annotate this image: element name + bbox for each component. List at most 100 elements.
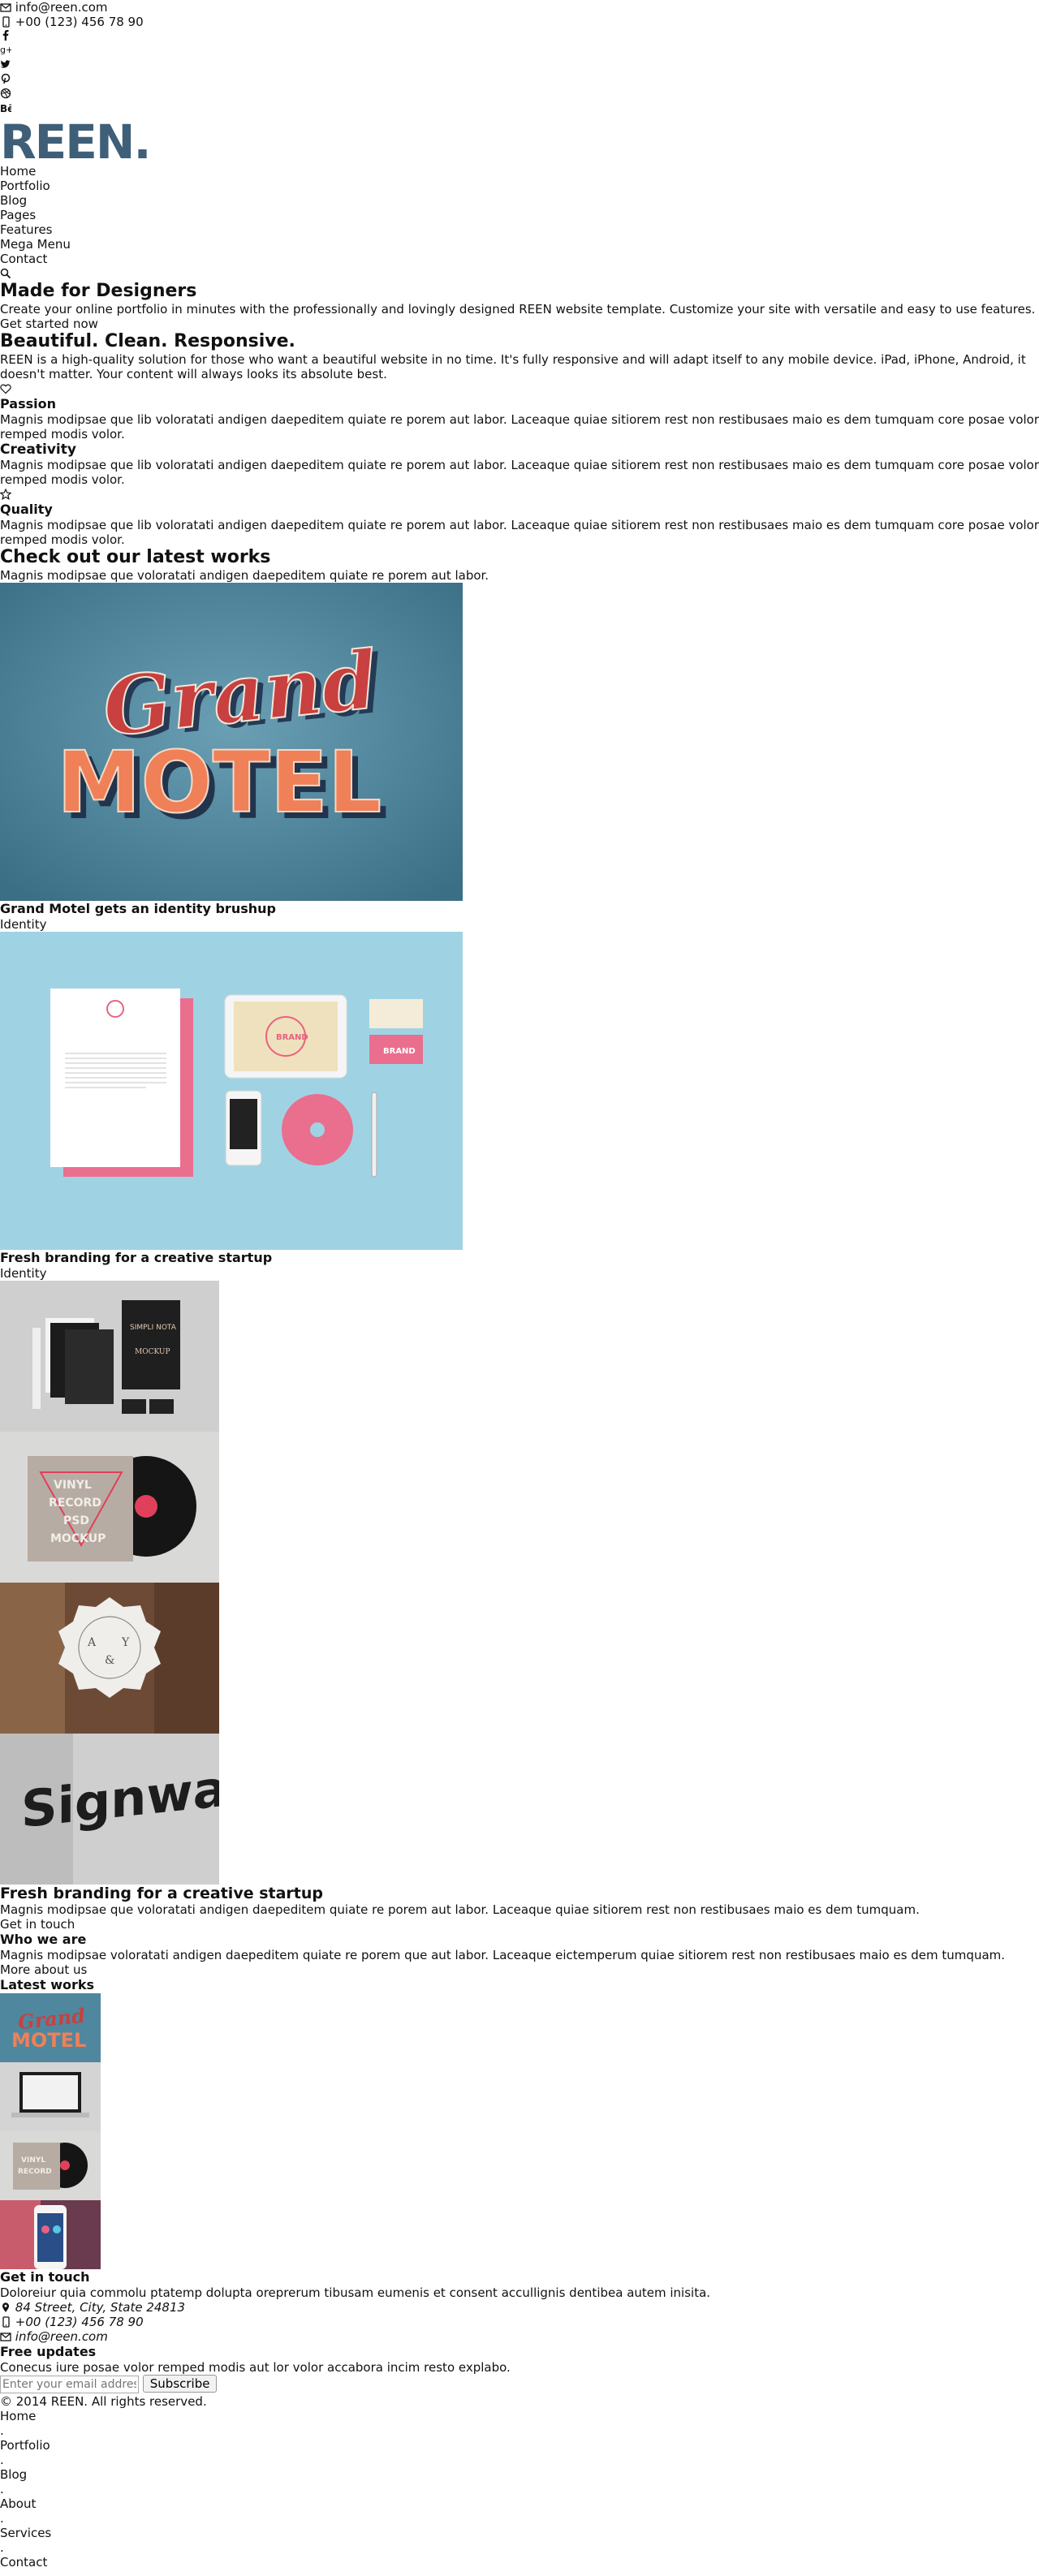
copyright: © 2014 REEN. All rights reserved. xyxy=(0,2394,207,2409)
feature-title: Quality xyxy=(0,502,53,517)
footer-navigation: Home . Portfolio . Blog . About . Servic… xyxy=(0,2409,1039,2570)
star-icon xyxy=(0,489,11,500)
mobile-phone-icon xyxy=(2,16,10,28)
works-title: Check out our latest works xyxy=(0,547,271,567)
nav-features[interactable]: Features xyxy=(0,222,1039,237)
newsletter-title: Free updates xyxy=(0,2344,97,2359)
gallery-title: Fresh branding for a creative startup xyxy=(0,1885,323,1902)
newsletter-form: Subscribe xyxy=(0,2375,1039,2394)
mobile-phone-icon xyxy=(2,2316,10,2328)
nav-pages[interactable]: Pages xyxy=(0,208,1039,222)
footer-nav-contact[interactable]: Contact xyxy=(0,2555,1039,2570)
contact-email-text: info@reen.com xyxy=(15,2329,108,2344)
facebook-icon xyxy=(2,30,9,41)
newsletter-email-input[interactable] xyxy=(0,2376,139,2393)
twitter-link[interactable] xyxy=(0,58,1039,73)
main-navigation: Home Portfolio Blog Pages Features Mega … xyxy=(0,164,1039,281)
search-button[interactable] xyxy=(0,266,1039,281)
topbar-email-text: info@reen.com xyxy=(15,0,108,15)
simpli-nota-mockup-image[interactable]: SIMPLI NOTA MOCKUP xyxy=(0,1281,219,1432)
svg-text:VINYL: VINYL xyxy=(21,2156,45,2165)
heart-icon xyxy=(0,384,11,394)
work-item-branding[interactable]: BRAND BRAND Fresh branding for a creativ… xyxy=(0,932,1039,1281)
more-about-us-button[interactable]: More about us xyxy=(0,1962,1039,1977)
svg-text:BRAND: BRAND xyxy=(383,1047,416,1056)
footer-nav-home[interactable]: Home xyxy=(0,2409,1039,2423)
feature-title: Creativity xyxy=(0,442,76,458)
footer-nav-blog[interactable]: Blog xyxy=(0,2467,1039,2482)
thumb-grand-motel[interactable]: Grand MOTEL xyxy=(0,1993,101,2062)
pinterest-link[interactable] xyxy=(0,73,1039,88)
gallery: SIMPLI NOTA MOCKUP VINYL RECORD PSD MOCK… xyxy=(0,1281,1039,1885)
svg-text:MOTEL: MOTEL xyxy=(57,733,382,832)
topbar-phone: +00 (123) 456 78 90 xyxy=(0,15,1039,29)
footer-nav-portfolio[interactable]: Portfolio xyxy=(0,2438,1039,2453)
intro-title: Beautiful. Clean. Responsive. xyxy=(0,331,295,351)
work-item-grand-motel[interactable]: Grand Grand MOTEL MOTEL Grand Motel gets… xyxy=(0,583,1039,932)
contact-address-text: 84 Street, City, State 24813 xyxy=(15,2300,186,2315)
work-title: Grand Motel gets an identity brushup xyxy=(0,901,276,916)
work-title: Fresh branding for a creative startup xyxy=(0,1250,273,1265)
work-category: Identity xyxy=(0,917,47,932)
topbar-phone-text: +00 (123) 456 78 90 xyxy=(15,15,144,29)
search-icon xyxy=(0,268,11,279)
topbar-email[interactable]: info@reen.com xyxy=(0,0,1039,15)
contact-email[interactable]: info@reen.com xyxy=(0,2329,1039,2344)
footer-nav-services[interactable]: Services xyxy=(0,2526,1039,2540)
nav-home[interactable]: Home xyxy=(0,164,1039,179)
twitter-icon xyxy=(0,60,11,68)
behance-icon: Bē xyxy=(0,103,14,114)
feature-text: Magnis modipsae que lib voloratati andig… xyxy=(0,412,1039,442)
behance-link[interactable]: Bē xyxy=(0,102,1039,117)
contact-phone-text: +00 (123) 456 78 90 xyxy=(15,2315,144,2329)
svg-text:SIMPLI NOTA: SIMPLI NOTA xyxy=(130,1324,177,1332)
grand-motel-image: Grand Grand MOTEL MOTEL xyxy=(0,583,463,901)
footer-nav-separator: . xyxy=(0,2482,4,2496)
contact-title: Get in touch xyxy=(0,2269,90,2285)
newsletter-text: Conecus iure posae volor remped modis au… xyxy=(0,2360,511,2375)
footer-nav-separator: . xyxy=(0,2540,4,2555)
nav-blog[interactable]: Blog xyxy=(0,193,1039,208)
svg-text:RECORD: RECORD xyxy=(18,2168,52,2176)
site-logo[interactable]: REEN. xyxy=(0,118,1039,166)
hero-title: Made for Designers xyxy=(0,281,197,301)
gallery-text: Magnis modipsae que voloratati andigen d… xyxy=(0,1902,920,1917)
feature-passion: Passion Magnis modipsae que lib volorata… xyxy=(0,381,1039,442)
map-marker-icon xyxy=(2,2302,9,2312)
svg-text:MOTEL: MOTEL xyxy=(11,2029,86,2052)
feature-title: Passion xyxy=(0,396,57,411)
feature-quality: Quality Magnis modipsae que lib volorata… xyxy=(0,487,1039,547)
who-title: Who we are xyxy=(0,1932,87,1947)
work-category: Identity xyxy=(0,1266,47,1281)
latest-works-list: Grand MOTEL VINYL RECORD xyxy=(0,1993,1039,2269)
hero-cta-button[interactable]: Get started now xyxy=(0,317,1039,331)
footer-nav-separator: . xyxy=(0,2423,4,2438)
google-plus-link[interactable]: g+ xyxy=(0,44,1039,58)
thumb-laptop[interactable] xyxy=(0,2062,101,2131)
sticker-badge-image[interactable]: A Y & xyxy=(0,1583,219,1734)
svg-text:A: A xyxy=(87,1636,97,1649)
svg-text:Bē: Bē xyxy=(0,103,11,114)
works-text: Magnis modipsae que voloratati andigen d… xyxy=(0,568,489,583)
feature-text: Magnis modipsae que lib voloratati andig… xyxy=(0,458,1039,487)
svg-text:MOCKUP: MOCKUP xyxy=(50,1532,106,1545)
vinyl-record-mockup-image[interactable]: VINYL RECORD PSD MOCKUP xyxy=(0,1432,219,1583)
nav-portfolio[interactable]: Portfolio xyxy=(0,179,1039,193)
svg-text:g+: g+ xyxy=(0,45,11,55)
signwall-image[interactable]: Signwall xyxy=(0,1734,219,1885)
svg-text:MOCKUP: MOCKUP xyxy=(135,1348,170,1356)
svg-text:VINYL: VINYL xyxy=(54,1479,92,1492)
latest-works-title: Latest works xyxy=(0,1977,95,1992)
pinterest-icon xyxy=(1,73,11,84)
dribbble-link[interactable] xyxy=(0,88,1039,102)
envelope-icon xyxy=(0,3,11,12)
nav-contact[interactable]: Contact xyxy=(0,252,1039,266)
facebook-link[interactable] xyxy=(0,29,1039,44)
get-in-touch-button[interactable]: Get in touch xyxy=(0,1917,1039,1932)
thumb-mobile-app[interactable] xyxy=(0,2200,101,2269)
footer-nav-about[interactable]: About xyxy=(0,2496,1039,2511)
nav-mega-menu[interactable]: Mega Menu xyxy=(0,237,1039,252)
hero-text: Create your online portfolio in minutes … xyxy=(0,302,1036,317)
subscribe-button[interactable]: Subscribe xyxy=(142,2375,218,2393)
thumb-vinyl-record[interactable]: VINYL RECORD xyxy=(0,2131,101,2200)
